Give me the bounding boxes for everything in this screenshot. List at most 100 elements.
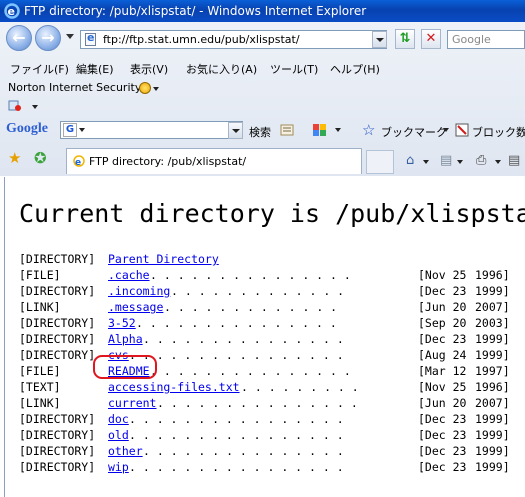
entry-date: [Dec 23: [418, 412, 467, 426]
home-dropdown-icon[interactable]: [423, 160, 429, 164]
entry-link[interactable]: other: [108, 444, 143, 458]
menu-favorites[interactable]: お気に入り(A): [186, 61, 257, 77]
google-options-icon[interactable]: [312, 123, 328, 137]
menu-tools[interactable]: ツール(T): [270, 61, 318, 77]
google-toolbar: Google G 検索 ☆ ブックマーク ブロック数:: [0, 118, 525, 142]
entry-type: [FILE]: [19, 364, 61, 378]
entry-dots: . . . . . . . . . . . . . . . .: [129, 428, 344, 442]
bookmarks-dropdown-icon[interactable]: [443, 128, 449, 132]
entry-date: [Jun 20: [418, 396, 467, 410]
refresh-icon: ⇅: [399, 31, 411, 46]
entry-date: [Dec 23: [418, 428, 467, 442]
entry-link[interactable]: Parent Directory: [108, 252, 219, 266]
entry-link[interactable]: Alpha: [108, 332, 143, 346]
entry-link[interactable]: current: [108, 396, 156, 410]
google-news-icon[interactable]: [280, 124, 294, 136]
entry-type: [LINK]: [19, 300, 61, 314]
bookmark-star-icon[interactable]: ☆: [362, 121, 375, 139]
entry-type: [TEXT]: [19, 380, 61, 394]
forward-button[interactable]: →: [35, 25, 61, 51]
entry-year: 1997]: [475, 364, 510, 378]
entry-dots: . . . . . . . . . . . . . . .: [136, 316, 337, 330]
entry-date: [Mar 12: [418, 364, 467, 378]
entry-type: [DIRECTORY]: [19, 348, 96, 362]
entry-date: [Aug 24: [418, 348, 467, 362]
entry-date: [Sep 20: [418, 316, 467, 330]
entry-link[interactable]: old: [108, 428, 129, 442]
favorites-star-icon[interactable]: ★: [8, 149, 21, 167]
entry-year: 1999]: [475, 428, 510, 442]
tab-ie-icon: e: [73, 155, 85, 167]
address-dropdown-icon[interactable]: [372, 31, 387, 48]
tab-ftp-directory[interactable]: e FTP directory: /pub/xlispstat/: [66, 148, 362, 174]
entry-year: 1999]: [475, 348, 510, 362]
address-input[interactable]: ftp://ftp.stat.umn.edu/pub/xlispstat/: [103, 33, 300, 46]
popup-blocker-label[interactable]: ブロック数:: [472, 124, 525, 140]
stop-icon: ✕: [425, 31, 437, 46]
entry-link[interactable]: 3-52: [108, 316, 136, 330]
menu-file[interactable]: ファイル(F): [10, 61, 69, 77]
address-bar[interactable]: ftp://ftp.stat.umn.edu/pub/xlispstat/: [80, 30, 387, 49]
browser-chrome: ← → ftp://ftp.stat.umn.edu/pub/xlispstat…: [0, 22, 525, 176]
addon-icon[interactable]: [8, 100, 22, 112]
entry-dots: . . . . . . . . . . . . . . . .: [129, 460, 344, 474]
norton-label: Norton Internet Security: [8, 81, 142, 94]
menu-help[interactable]: ヘルプ(H): [330, 61, 380, 77]
google-dropdown-icon[interactable]: [228, 122, 243, 139]
norton-dropdown-icon[interactable]: [153, 87, 159, 91]
svg-text:e: e: [8, 5, 15, 18]
refresh-button[interactable]: ⇅: [395, 29, 415, 49]
history-dropdown-icon[interactable]: [66, 34, 74, 39]
entry-link[interactable]: .message: [108, 300, 163, 314]
new-tab-button[interactable]: [366, 150, 394, 174]
search-box[interactable]: Google: [447, 30, 525, 49]
entry-link[interactable]: .cache: [108, 268, 150, 282]
entry-dots: . . . . . . . . . . . . . . . .: [129, 348, 344, 362]
popup-blocker-icon[interactable]: [455, 123, 469, 137]
google-options-dropdown-icon[interactable]: [335, 128, 341, 132]
entry-year: 2003]: [475, 316, 510, 330]
google-g-icon: G: [63, 123, 77, 137]
norton-status-icon[interactable]: [139, 82, 151, 94]
entry-type: [DIRECTORY]: [19, 444, 96, 458]
print-icon[interactable]: ⎙: [476, 153, 486, 168]
addon-dropdown-icon[interactable]: [32, 105, 38, 109]
entry-date: [Dec 23: [418, 284, 467, 298]
print-dropdown-icon[interactable]: [495, 160, 501, 164]
add-favorite-icon[interactable]: ✪: [34, 149, 47, 167]
entry-link[interactable]: wip: [108, 460, 129, 474]
menu-edit[interactable]: 編集(E): [76, 61, 114, 77]
google-search-button[interactable]: 検索: [249, 124, 271, 140]
entry-year: 2007]: [475, 300, 510, 314]
norton-toolbar: Norton Internet Security: [0, 79, 525, 97]
entry-date: [Dec 23: [418, 460, 467, 474]
back-button[interactable]: ←: [6, 25, 32, 51]
google-box-menu-icon[interactable]: [79, 128, 85, 132]
page-menu-icon[interactable]: ▤: [508, 153, 520, 168]
forward-arrow-icon: →: [41, 28, 55, 47]
navigation-bar: ← → ftp://ftp.stat.umn.edu/pub/xlispstat…: [0, 22, 525, 56]
tab-label: FTP directory: /pub/xlispstat/: [89, 155, 247, 168]
home-icon[interactable]: ⌂: [406, 153, 414, 168]
entry-type: [DIRECTORY]: [19, 316, 96, 330]
google-search-box[interactable]: G: [60, 121, 243, 139]
entry-link[interactable]: accessing-files.txt: [108, 380, 240, 394]
entry-type: [DIRECTORY]: [19, 460, 96, 474]
entry-date: [Nov 25: [418, 268, 467, 282]
menu-view[interactable]: 表示(V): [130, 61, 168, 77]
page-heading: Current directory is /pub/xlispstat/: [19, 199, 525, 228]
feeds-icon[interactable]: ▤: [440, 153, 452, 168]
entry-link[interactable]: .incoming: [108, 284, 170, 298]
google-logo[interactable]: Google: [6, 121, 48, 137]
entry-type: [DIRECTORY]: [19, 284, 96, 298]
entry-dots: . . . . . . . . . . . . .: [164, 300, 338, 314]
entry-link[interactable]: doc: [108, 412, 129, 426]
bookmarks-button[interactable]: ブックマーク: [381, 124, 447, 140]
entry-year: 1999]: [475, 412, 510, 426]
feeds-dropdown-icon[interactable]: [457, 160, 463, 164]
entry-dots: . . . . . . . . .: [241, 380, 359, 394]
stop-button[interactable]: ✕: [421, 29, 441, 49]
search-input[interactable]: Google: [452, 33, 491, 46]
entry-type: [LINK]: [19, 396, 61, 410]
title-bar: e FTP directory: /pub/xlispstat/ - Windo…: [0, 0, 525, 22]
